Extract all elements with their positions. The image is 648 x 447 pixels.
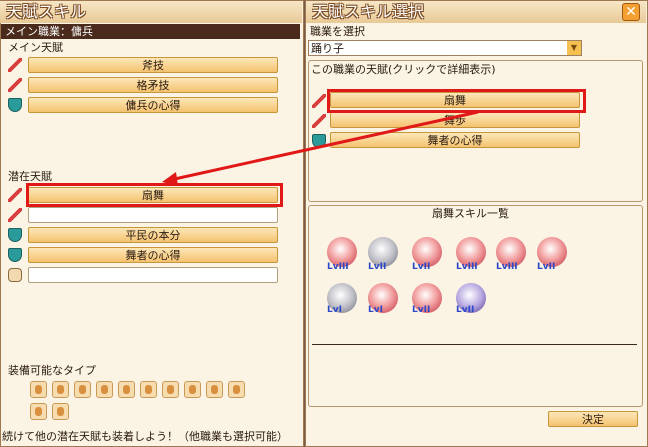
left-window-title: 天賦スキル [0,1,302,23]
close-icon[interactable]: ✕ [622,3,640,21]
sword-icon [312,94,326,108]
job-talents-panel [308,60,643,202]
shield-icon [8,98,22,112]
hand-icon [8,268,22,282]
equip-type-icon [30,403,47,420]
highlight-box-job [327,89,586,113]
main-talent-fight[interactable]: 格矛技 [28,77,278,93]
latent-talent-header: 潜在天賦 [8,170,52,183]
equip-types-header: 装備可能なタイプ [8,364,96,377]
skill-list-header: 扇舞スキル一覧 [432,207,509,220]
main-job-label: メイン職業： [5,25,71,38]
equip-type-icon [52,381,69,398]
equip-type-icon [206,381,223,398]
job-select[interactable]: 踊り子 ▼ [308,40,582,56]
skill-level-label: LvIII [496,262,518,272]
equip-type-icon [118,381,135,398]
skill-level-label: LvII [537,262,556,272]
equip-type-icon [52,403,69,420]
sword-icon [8,58,22,72]
footer-hint: 続けて他の潜在天賦も装着しよう！（他職業も選択可能） [2,430,288,443]
chevron-down-icon[interactable]: ▼ [567,41,581,55]
equip-type-icon [74,381,91,398]
shield-icon [8,248,22,262]
equip-type-icon [30,381,47,398]
main-talent-axe[interactable]: 斧技 [28,57,278,73]
skill-level-label: LvI [327,305,342,315]
main-talent-mercenary[interactable]: 傭兵の心得 [28,97,278,113]
latent-talent-dancer[interactable]: 舞者の心得 [28,247,278,263]
job-talents-header: この職業の天賦(クリックで詳細表示) [311,63,496,76]
sword-icon [312,114,326,128]
skill-level-label: LvII [412,262,431,272]
sword-icon [8,78,22,92]
select-job-label: 職業を選択 [310,25,365,38]
latent-talent-empty-slot[interactable] [28,207,278,223]
main-job-value: 傭兵 [71,25,93,38]
shield-icon [312,134,326,148]
skill-list-divider [312,344,637,345]
job-talent-dancer[interactable]: 舞者の心得 [330,132,580,148]
right-window-title: 天賦スキル選択 [306,1,646,23]
equip-type-icon [162,381,179,398]
equip-type-icon [228,381,245,398]
confirm-button[interactable]: 決定 [548,411,638,427]
sword-icon [8,188,22,202]
latent-talent-empty-slot[interactable] [28,267,278,283]
main-job-bar: メイン職業：傭兵 [1,24,300,39]
sword-icon [8,208,22,222]
equip-type-icon [96,381,113,398]
skill-level-label: LvII [368,262,387,272]
job-talent-dance-step[interactable]: 舞歩 [330,112,580,128]
skill-level-label: LvII [456,305,475,315]
skill-level-label: LvIII [456,262,478,272]
shield-icon [8,228,22,242]
latent-talent-commoner[interactable]: 平民の本分 [28,227,278,243]
highlight-box-latent [26,183,283,207]
skill-level-label: LvII [412,305,431,315]
job-select-value: 踊り子 [311,42,344,55]
equip-type-icon [184,381,201,398]
main-talent-header: メイン天賦 [8,41,63,54]
equip-type-icon [140,381,157,398]
skill-level-label: LvI [368,305,383,315]
skill-level-label: LvIII [327,262,349,272]
